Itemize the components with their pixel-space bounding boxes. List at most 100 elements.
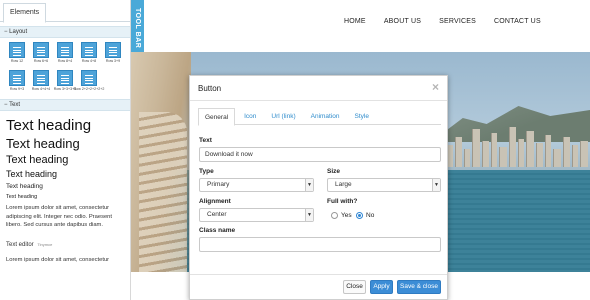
row-layout-icon bbox=[33, 70, 49, 86]
layout-row-item[interactable]: Row 3+9 bbox=[101, 42, 125, 68]
size-select-value: Large bbox=[335, 181, 352, 188]
text-editor-item[interactable]: Text editor Tinymce bbox=[6, 242, 130, 248]
layout-row-item[interactable]: Row 4+4+4 bbox=[29, 70, 53, 96]
photo-building bbox=[545, 135, 551, 167]
close-icon[interactable]: × bbox=[432, 81, 439, 93]
row-layout-label: Row 3+9 bbox=[105, 59, 121, 63]
layout-section-header[interactable]: − Layout bbox=[0, 26, 130, 38]
row-layout-label: Row 12 bbox=[10, 59, 24, 63]
photo-building bbox=[580, 141, 588, 167]
text-paragraph[interactable]: Lorem ipsum dolor sit amet, consectetur … bbox=[6, 204, 126, 230]
save-and-close-button[interactable]: Save & close bbox=[397, 280, 441, 294]
classname-input[interactable] bbox=[199, 237, 441, 252]
text-heading-h4[interactable]: Text heading bbox=[6, 168, 130, 181]
row-layout-label: Row 4+4+4 bbox=[31, 87, 51, 91]
layout-row-item[interactable]: Row 3+3+3+3 bbox=[53, 70, 77, 96]
text-heading-h1[interactable]: Text heading bbox=[6, 117, 130, 135]
text-heading-h2[interactable]: Text heading bbox=[6, 135, 130, 152]
row-layout-icon bbox=[57, 42, 73, 58]
photo-building bbox=[499, 147, 507, 167]
toolbar-toggle-tab[interactable]: TOOL BAR bbox=[131, 0, 144, 56]
photo-building bbox=[455, 137, 462, 167]
photo-building bbox=[526, 131, 534, 167]
photo-building bbox=[572, 145, 578, 167]
nav-contact-us[interactable]: CONTACT US bbox=[494, 18, 541, 25]
radio-yes-label: Yes bbox=[341, 212, 352, 219]
tab-icon[interactable]: Icon bbox=[238, 108, 262, 125]
nav-about-us[interactable]: ABOUT US bbox=[384, 18, 421, 25]
text-section-header[interactable]: − Text bbox=[0, 99, 130, 111]
row-layout-icon bbox=[9, 70, 25, 86]
chevron-down-icon: ▼ bbox=[305, 209, 313, 221]
nav-home[interactable]: HOME bbox=[344, 18, 366, 25]
row-layout-icon bbox=[81, 42, 97, 58]
photo-building bbox=[491, 133, 497, 167]
tab-general[interactable]: General bbox=[198, 108, 236, 126]
layout-row-item[interactable]: Row 8+4 bbox=[53, 42, 77, 68]
text-heading-h6[interactable]: Text heading bbox=[6, 192, 130, 202]
text-field-label: Text bbox=[199, 137, 212, 144]
tab-elements[interactable]: Elements bbox=[3, 3, 47, 23]
close-button[interactable]: Close bbox=[343, 280, 366, 294]
layout-rows-grid: Row 12 Row 6+6 Row 8+4 Row 4+8 Row 3+9 Row 9+… bbox=[0, 38, 130, 98]
modal-title: Button bbox=[198, 84, 222, 93]
type-field-label: Type bbox=[199, 168, 214, 175]
text-heading-h3[interactable]: Text heading bbox=[6, 153, 130, 168]
modal-footer: Close Apply Save & close bbox=[190, 274, 447, 299]
modal-tabs: General Icon Url (link) Animation Style bbox=[198, 108, 441, 126]
tab-animation[interactable]: Animation bbox=[305, 108, 346, 125]
radio-yes-circle[interactable] bbox=[331, 212, 338, 219]
size-select[interactable]: Large ▼ bbox=[327, 178, 441, 192]
photo-rock-texture bbox=[139, 112, 187, 272]
layout-row-item[interactable]: Row 2+2+2+2+2+2 bbox=[74, 70, 104, 96]
photo-building bbox=[563, 137, 570, 167]
row-layout-icon bbox=[57, 70, 73, 86]
modal-header: Button × bbox=[190, 76, 447, 101]
type-select-value: Primary bbox=[207, 181, 230, 188]
fullwidth-field-label: Full with? bbox=[327, 198, 358, 205]
text-heading-h5[interactable]: Text heading bbox=[6, 181, 130, 192]
row-layout-icon bbox=[33, 42, 49, 58]
photo-building bbox=[472, 129, 480, 167]
row-layout-label: Row 8+4 bbox=[57, 59, 73, 63]
text-paragraph-2[interactable]: Lorem ipsum dolor sit amet, consectetur bbox=[6, 256, 130, 265]
text-editor-note: Tinymce bbox=[37, 241, 53, 247]
row-layout-icon bbox=[105, 42, 121, 58]
radio-no-circle[interactable] bbox=[356, 212, 363, 219]
site-nav: HOME ABOUT US SERVICES CONTACT US bbox=[344, 18, 559, 25]
fullwidth-radio-no[interactable]: No bbox=[356, 212, 374, 219]
text-elements-list: Text heading Text heading Text heading T… bbox=[0, 111, 130, 264]
row-layout-label: Row 6+6 bbox=[33, 59, 49, 63]
text-editor-label: Text editor bbox=[6, 241, 34, 248]
classname-field-label: Class name bbox=[199, 227, 236, 234]
elements-panel: Elements − Layout Row 12 Row 6+6 Row 8+4 Ro… bbox=[0, 0, 131, 300]
tab-style[interactable]: Style bbox=[349, 108, 375, 125]
photo-building bbox=[553, 149, 561, 167]
apply-button[interactable]: Apply bbox=[370, 280, 393, 294]
photo-building bbox=[464, 149, 470, 167]
layout-row-item[interactable]: Row 12 bbox=[5, 42, 29, 68]
row-layout-label: Row 9+3 bbox=[9, 87, 25, 91]
size-field-label: Size bbox=[327, 168, 341, 175]
tab-url-link[interactable]: Url (link) bbox=[265, 108, 301, 125]
fullwidth-radio-yes[interactable]: Yes bbox=[331, 212, 352, 219]
radio-no-label: No bbox=[366, 212, 375, 219]
photo-building bbox=[509, 127, 516, 167]
layout-row-item[interactable]: Row 9+3 bbox=[5, 70, 29, 96]
text-field-input[interactable]: Download it now bbox=[199, 147, 441, 162]
chevron-down-icon: ▼ bbox=[305, 179, 313, 191]
layout-row-item[interactable]: Row 6+6 bbox=[29, 42, 53, 68]
nav-services[interactable]: SERVICES bbox=[439, 18, 476, 25]
type-select[interactable]: Primary ▼ bbox=[199, 178, 314, 192]
photo-city-skyline bbox=[441, 122, 590, 167]
layout-row-item[interactable]: Row 4+8 bbox=[77, 42, 101, 68]
alignment-select[interactable]: Center ▼ bbox=[199, 208, 314, 222]
alignment-field-label: Alignment bbox=[199, 198, 231, 205]
panel-tabbar: Elements bbox=[0, 0, 130, 23]
photo-building bbox=[536, 143, 543, 167]
photo-building bbox=[518, 139, 524, 167]
button-settings-modal: Button × General Icon Url (link) Animati… bbox=[189, 75, 448, 300]
photo-building bbox=[482, 141, 489, 167]
row-layout-icon bbox=[9, 42, 25, 58]
alignment-select-value: Center bbox=[207, 211, 227, 218]
